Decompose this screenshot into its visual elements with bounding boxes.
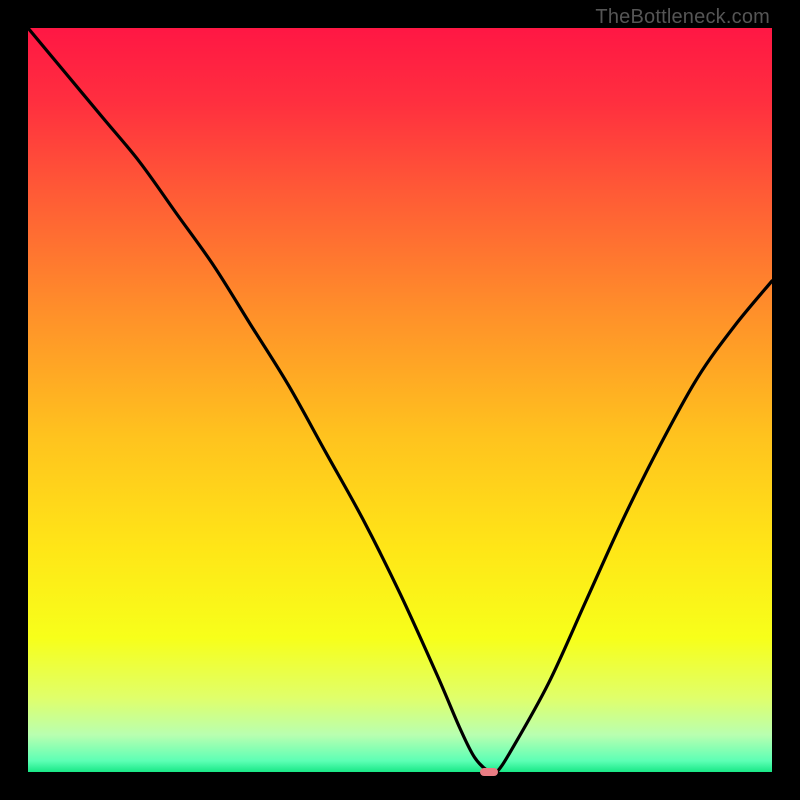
optimal-point-marker bbox=[480, 768, 498, 777]
bottleneck-curve bbox=[28, 28, 772, 772]
chart-frame: TheBottleneck.com bbox=[0, 0, 800, 800]
plot-area bbox=[28, 28, 772, 772]
watermark-text: TheBottleneck.com bbox=[595, 6, 770, 29]
